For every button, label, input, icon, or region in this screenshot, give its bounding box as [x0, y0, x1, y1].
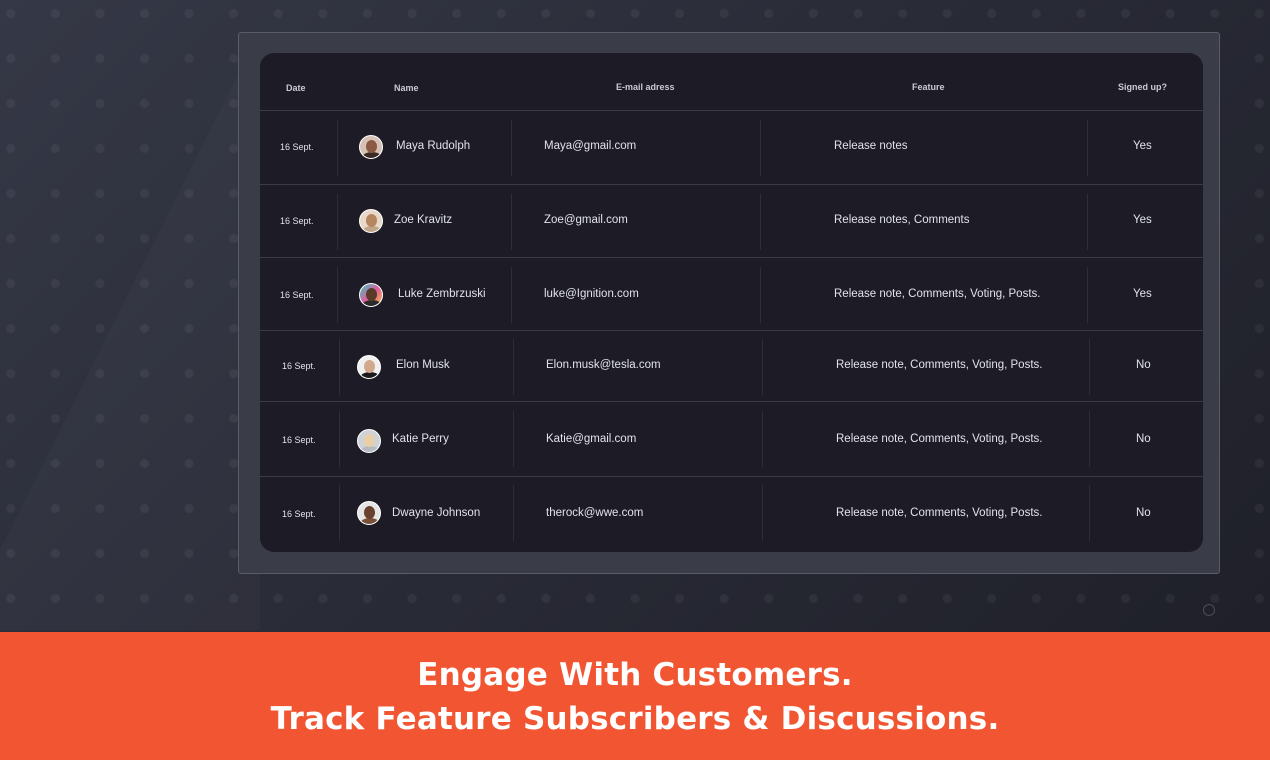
- row-date: 16 Sept.: [280, 216, 314, 226]
- banner-subheadline: Track Feature Subscribers & Discussions.: [270, 701, 1000, 737]
- banner-headline: Engage With Customers.: [417, 657, 853, 693]
- header-email[interactable]: E-mail adress: [616, 82, 675, 92]
- row-signed-up: Yes: [1133, 288, 1152, 300]
- row-email[interactable]: Zoe@gmail.com: [544, 214, 628, 226]
- diagonal-shape: [0, 30, 260, 630]
- subscribers-table: Date Name E-mail adress Feature Signed u…: [260, 53, 1203, 552]
- header-signed-up[interactable]: Signed up?: [1118, 82, 1167, 92]
- table-row[interactable]: 16 Sept. Katie Perry Katie@gmail.com Rel…: [260, 402, 1203, 477]
- row-signed-up: No: [1136, 433, 1151, 445]
- row-date: 16 Sept.: [282, 509, 316, 519]
- row-name: Dwayne Johnson: [392, 507, 481, 519]
- row-signed-up: Yes: [1133, 140, 1152, 152]
- row-name: Zoe Kravitz: [394, 214, 453, 226]
- promo-banner: Engage With Customers. Track Feature Sub…: [0, 632, 1270, 760]
- row-name: Luke Zembrzuski: [398, 288, 486, 300]
- row-date: 16 Sept.: [280, 142, 314, 152]
- zoe-avatar: [359, 209, 383, 233]
- row-date: 16 Sept.: [280, 290, 314, 300]
- table-row[interactable]: 16 Sept. Zoe Kravitz Zoe@gmail.com Relea…: [260, 185, 1203, 258]
- table-row[interactable]: 16 Sept. Luke Zembrzuski luke@Ignition.c…: [260, 258, 1203, 331]
- row-email[interactable]: Elon.musk@tesla.com: [546, 359, 661, 371]
- row-feature: Release notes: [834, 140, 908, 152]
- row-email[interactable]: therock@wwe.com: [546, 507, 643, 519]
- row-feature: Release note, Comments, Voting, Posts.: [836, 433, 1043, 445]
- row-date: 16 Sept.: [282, 435, 316, 445]
- katie-avatar: [357, 429, 381, 453]
- row-signed-up: Yes: [1133, 214, 1152, 226]
- ring-decoration: [1203, 604, 1215, 616]
- table-row[interactable]: 16 Sept. Elon Musk Elon.musk@tesla.com R…: [260, 331, 1203, 402]
- row-name: Katie Perry: [392, 433, 449, 445]
- dwayne-avatar: [357, 501, 381, 525]
- row-feature: Release notes, Comments: [834, 214, 970, 226]
- row-name: Maya Rudolph: [396, 140, 471, 152]
- row-email[interactable]: Katie@gmail.com: [546, 433, 636, 445]
- row-email[interactable]: luke@Ignition.com: [544, 288, 639, 300]
- maya-avatar: [359, 135, 383, 159]
- row-email[interactable]: Maya@gmail.com: [544, 140, 636, 152]
- row-feature: Release note, Comments, Voting, Posts.: [834, 288, 1041, 300]
- header-name[interactable]: Name: [394, 83, 419, 93]
- row-name: Elon Musk: [396, 359, 450, 371]
- table-row[interactable]: 16 Sept. Dwayne Johnson therock@wwe.com …: [260, 477, 1203, 552]
- row-date: 16 Sept.: [282, 361, 316, 371]
- header-feature[interactable]: Feature: [912, 82, 945, 92]
- background-stage: Date Name E-mail adress Feature Signed u…: [0, 0, 1270, 632]
- luke-avatar: [359, 283, 383, 307]
- table-header: Date Name E-mail adress Feature Signed u…: [260, 53, 1203, 111]
- table-row[interactable]: 16 Sept. Maya Rudolph Maya@gmail.com Rel…: [260, 111, 1203, 185]
- row-signed-up: No: [1136, 359, 1151, 371]
- row-signed-up: No: [1136, 507, 1151, 519]
- row-feature: Release note, Comments, Voting, Posts.: [836, 359, 1043, 371]
- header-date[interactable]: Date: [286, 83, 306, 93]
- elon-avatar: [357, 355, 381, 379]
- row-feature: Release note, Comments, Voting, Posts.: [836, 507, 1043, 519]
